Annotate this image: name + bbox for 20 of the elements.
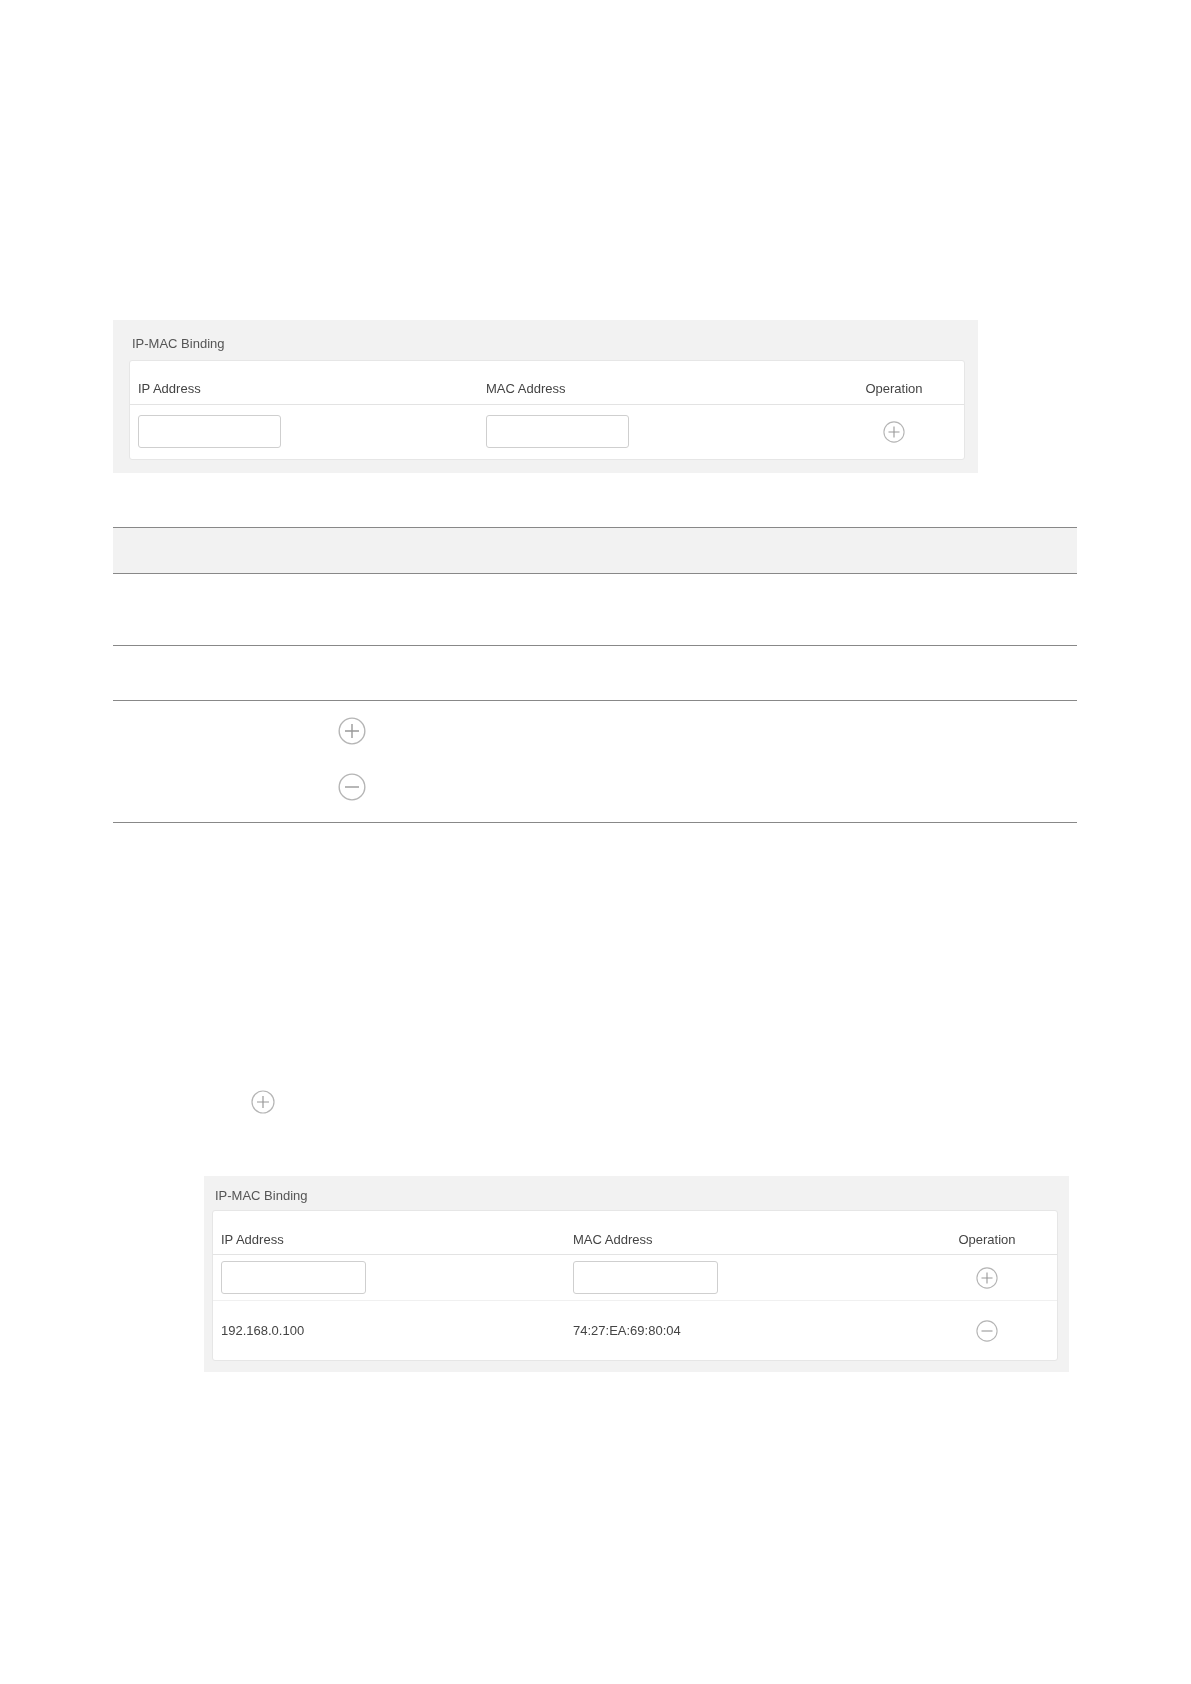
add-icon[interactable]	[251, 1089, 275, 1114]
column-header: MAC Address	[486, 380, 566, 399]
mac-address-field[interactable]	[573, 1261, 718, 1294]
ip-address-field[interactable]	[221, 1261, 366, 1294]
column-header: Operation	[865, 380, 923, 399]
mac-address-field[interactable]	[486, 415, 629, 448]
add-icon[interactable]	[338, 716, 366, 745]
table-cell-text: 74:27:EA:69:80:04	[573, 1321, 681, 1340]
column-header: IP Address	[138, 380, 201, 399]
panel-title: IP-MAC Binding	[132, 335, 225, 353]
column-header: Operation	[958, 1230, 1016, 1249]
remove-icon[interactable]	[976, 1319, 998, 1342]
table-cell-text: 192.168.0.100	[221, 1321, 305, 1340]
ip-address-field[interactable]	[138, 415, 281, 448]
add-icon[interactable]	[883, 420, 905, 443]
add-icon[interactable]	[976, 1266, 998, 1289]
column-header: IP Address	[221, 1230, 284, 1249]
panel-title: IP-MAC Binding	[215, 1186, 308, 1205]
remove-icon[interactable]	[338, 772, 366, 801]
column-header: MAC Address	[573, 1230, 653, 1249]
